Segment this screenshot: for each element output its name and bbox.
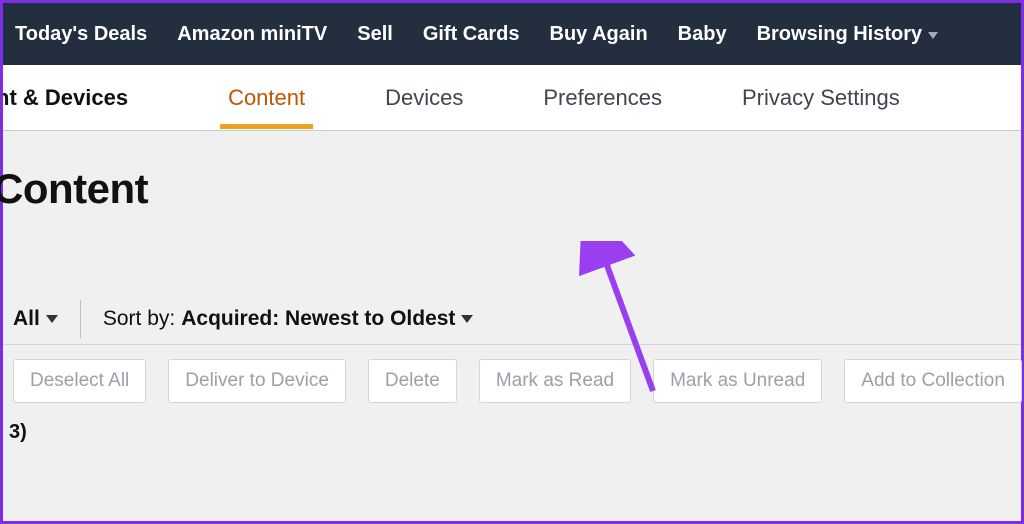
bulk-actions: Deselect All Deliver to Device Delete Ma… xyxy=(13,359,1024,403)
page-body: Content All Sort by: Acquired: Newest to… xyxy=(3,131,1021,521)
nav-baby[interactable]: Baby xyxy=(678,23,727,46)
sort-row: All Sort by: Acquired: Newest to Oldest xyxy=(3,293,1021,345)
page-title: Content xyxy=(0,165,1021,213)
divider xyxy=(80,300,81,338)
nav-buy-again[interactable]: Buy Again xyxy=(550,23,648,46)
chevron-down-icon xyxy=(46,315,58,323)
tab-privacy-settings[interactable]: Privacy Settings xyxy=(738,67,904,129)
deselect-all-button[interactable]: Deselect All xyxy=(13,359,146,403)
tab-content[interactable]: Content xyxy=(224,67,309,129)
chevron-down-icon xyxy=(928,32,938,39)
chevron-down-icon xyxy=(461,315,473,323)
nav-gift-cards[interactable]: Gift Cards xyxy=(423,23,520,46)
top-navigation: Today's Deals Amazon miniTV Sell Gift Ca… xyxy=(3,3,1021,65)
sub-navigation: ntent & Devices Content Devices Preferen… xyxy=(3,65,1021,131)
tab-devices[interactable]: Devices xyxy=(381,67,467,129)
deliver-to-device-button[interactable]: Deliver to Device xyxy=(168,359,346,403)
nav-browsing-history[interactable]: Browsing History xyxy=(757,23,939,46)
section-title: ntent & Devices xyxy=(3,85,128,111)
delete-button[interactable]: Delete xyxy=(368,359,457,403)
add-to-collection-button[interactable]: Add to Collection xyxy=(844,359,1022,403)
tab-preferences[interactable]: Preferences xyxy=(539,67,666,129)
nav-sell[interactable]: Sell xyxy=(357,23,393,46)
mark-as-read-button[interactable]: Mark as Read xyxy=(479,359,631,403)
mark-as-unread-button[interactable]: Mark as Unread xyxy=(653,359,822,403)
count-fragment: 3) xyxy=(9,421,27,444)
sort-by-dropdown[interactable]: Sort by: Acquired: Newest to Oldest xyxy=(103,307,474,331)
filter-all-dropdown[interactable]: All xyxy=(13,307,58,331)
nav-amazon-minitv[interactable]: Amazon miniTV xyxy=(177,23,327,46)
nav-todays-deals[interactable]: Today's Deals xyxy=(15,23,147,46)
